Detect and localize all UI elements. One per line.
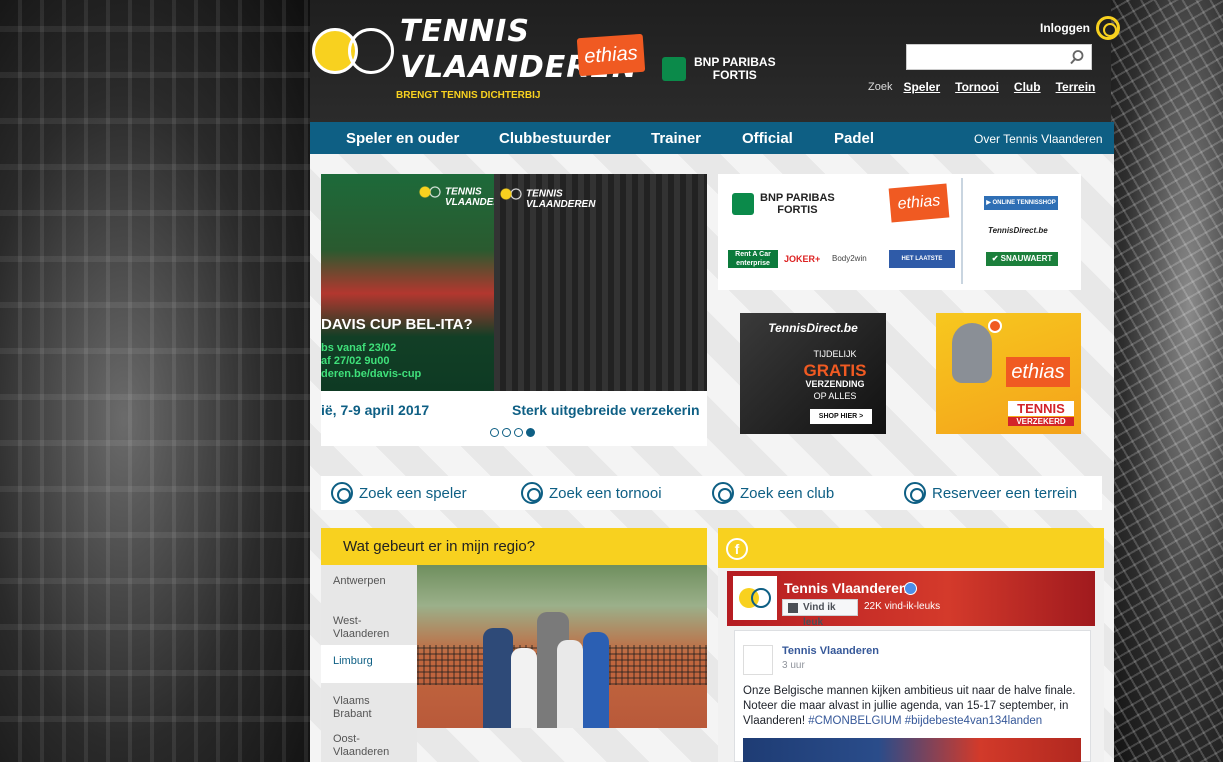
facebook-post-time[interactable]: 3 uur: [782, 660, 805, 671]
search-link-speler[interactable]: Speler: [903, 80, 940, 94]
search-link-terrein[interactable]: Terrein: [1056, 80, 1096, 94]
nav-item-over-tennis-vlaanderen[interactable]: Over Tennis Vlaanderen: [974, 132, 1103, 146]
sponsor-rentacar[interactable]: Rent A Car enterprise: [728, 250, 778, 268]
sponsor-hln[interactable]: HET LAATSTE NIEUWS: [889, 250, 955, 280]
ring-icon: [521, 482, 543, 504]
carousel-caption-1[interactable]: ië, 7-9 april 2017: [321, 402, 429, 418]
search-icon[interactable]: [1069, 49, 1085, 65]
background-net-photo: [0, 0, 310, 762]
sponsor-online-tennisshop[interactable]: ▶ ONLINE TENNISSHOP: [984, 196, 1058, 210]
region-panel-header: Wat gebeurt er in mijn regio?: [321, 528, 707, 565]
facebook-post-image[interactable]: [743, 738, 1081, 762]
region-list: Antwerpen West-Vlaanderen Limburg Vlaams…: [321, 565, 417, 762]
bnp-sponsor-logo[interactable]: BNP PARIBAS FORTIS: [662, 56, 776, 82]
sponsor-joker[interactable]: JOKER+: [784, 254, 820, 264]
region-item-antwerpen[interactable]: Antwerpen: [333, 575, 386, 588]
search-input[interactable]: [907, 45, 1067, 69]
carousel-dot-3[interactable]: [514, 428, 523, 437]
facebook-like-count: 22K vind-ik-leuks: [864, 601, 941, 612]
search-link-club[interactable]: Club: [1014, 80, 1041, 94]
main-nav: Speler en ouder Clubbestuurder Trainer O…: [310, 122, 1114, 154]
slide-davis-info: bs vanaf 23/02 af 27/02 9u00 deren.be/da…: [321, 342, 422, 380]
sponsor-bnp[interactable]: BNP PARIBAS FORTIS: [732, 192, 835, 216]
region-item-vlaams-brabant[interactable]: Vlaams Brabant: [333, 695, 393, 721]
quick-link-zoek-speler[interactable]: Zoek een speler: [331, 482, 467, 504]
slide2-logo: TENNIS VLAANDEREN: [500, 188, 595, 210]
ad-td-shop-button[interactable]: SHOP HIER >: [810, 409, 872, 424]
region-item-limburg[interactable]: Limburg: [333, 655, 373, 668]
facebook-like-button[interactable]: Vind ik leuk: [782, 599, 858, 628]
facebook-post-hashtags[interactable]: #CMONBELGIUM #bijdebeste4van134landen: [808, 715, 1042, 727]
quick-link-reserveer-terrein[interactable]: Reserveer een terrein: [904, 482, 1077, 504]
logo-title-line1: TENNIS: [400, 14, 530, 49]
nav-item-official[interactable]: Official: [742, 130, 793, 147]
ad-ethias-mascot: [952, 323, 992, 383]
ad-ethias-ball-icon: [988, 319, 1002, 333]
facebook-page-avatar[interactable]: [733, 576, 777, 620]
login-ring-icon: [1096, 16, 1120, 40]
facebook-post-text: Onze Belgische mannen kijken ambitieus u…: [743, 684, 1083, 729]
background-racket-photo: [1111, 0, 1223, 762]
sponsors-divider: [961, 178, 963, 284]
facebook-icon[interactable]: f: [726, 538, 748, 560]
ring-icon: [904, 482, 926, 504]
region-item-oost-vlaanderen[interactable]: Oost-Vlaanderen: [333, 733, 393, 759]
region-photo-person: [483, 628, 513, 728]
logo-tagline: BRENGT TENNIS DICHTERBIJ: [396, 90, 541, 101]
nav-item-speler-en-ouder[interactable]: Speler en ouder: [346, 130, 459, 147]
bnp-leaf-icon: [662, 57, 686, 81]
carousel-caption-2[interactable]: Sterk uitgebreide verzekerin: [512, 402, 707, 418]
quick-link-zoek-tornooi[interactable]: Zoek een tornooi: [521, 482, 662, 504]
verified-badge-icon: [904, 582, 917, 595]
nav-item-padel[interactable]: Padel: [834, 130, 874, 147]
carousel-dots: [490, 428, 535, 437]
carousel-dot-4[interactable]: [526, 428, 535, 437]
region-photo-person: [511, 648, 537, 728]
carousel-slide-insurance[interactable]: TENNIS VLAANDEREN: [494, 174, 707, 391]
facebook-panel-header: f: [718, 528, 1104, 568]
avatar-ball-icon: [751, 588, 771, 608]
search-link-tornooi[interactable]: Tornooi: [955, 80, 999, 94]
search-links-label: Zoek: [868, 81, 893, 93]
region-item-west-vlaanderen[interactable]: West-Vlaanderen: [333, 615, 393, 641]
sponsor-body2win[interactable]: Body2win: [832, 254, 867, 263]
ring-icon: [331, 482, 353, 504]
region-photo-person: [583, 632, 609, 728]
quick-link-zoek-club[interactable]: Zoek een club: [712, 482, 834, 504]
region-photo-person: [557, 640, 583, 728]
bnp-line2: FORTIS: [712, 68, 757, 82]
region-photo[interactable]: [417, 565, 707, 728]
login-label: Inloggen: [1040, 21, 1090, 35]
slide2-logo-balls-icon: [500, 188, 522, 200]
sponsor-tennisdirect[interactable]: TennisDirect.be: [988, 226, 1048, 235]
sponsor-bnp-leaf-icon: [732, 193, 754, 215]
quick-links-bar: Zoek een speler Zoek een tornooi Zoek ee…: [321, 476, 1102, 510]
slide-logo-balls-icon: [419, 186, 441, 198]
facebook-post-author[interactable]: Tennis Vlaanderen: [782, 645, 879, 657]
carousel-slide-davis-cup[interactable]: TENNISVLAANDEREN DAVIS CUP BEL-ITA? bs v…: [321, 174, 494, 391]
region-panel-title: Wat gebeurt er in mijn regio?: [343, 538, 536, 555]
nav-item-clubbestuurder[interactable]: Clubbestuurder: [499, 130, 611, 147]
search-links: Zoek Speler Tornooi Club Terrein: [868, 80, 1095, 94]
facebook-post-avatar[interactable]: [743, 645, 773, 675]
nav-item-trainer[interactable]: Trainer: [651, 130, 701, 147]
carousel-dot-2[interactable]: [502, 428, 511, 437]
ad-tennisdirect[interactable]: TennisDirect.be TIJDELIJK GRATIS VERZEND…: [740, 313, 886, 434]
logo-ball-white-icon: [348, 28, 394, 74]
sponsor-ethias[interactable]: ethias: [888, 183, 950, 223]
tennis-vlaanderen-logo[interactable]: TENNIS VLAANDEREN BRENGT TENNIS DICHTERB…: [310, 14, 637, 104]
ad-td-brand: TennisDirect.be: [768, 321, 858, 335]
news-carousel[interactable]: TENNISVLAANDEREN DAVIS CUP BEL-ITA? bs v…: [321, 174, 707, 446]
login-link[interactable]: Inloggen: [1040, 16, 1120, 40]
carousel-dot-1[interactable]: [490, 428, 499, 437]
sponsors-box: BNP PARIBAS FORTIS ethias ▶ ONLINE TENNIS…: [718, 174, 1081, 290]
ad-ethias-tennis[interactable]: ethias TENNIS VERZEKERD: [936, 313, 1081, 434]
slide-davis-title: DAVIS CUP BEL-ITA?: [321, 316, 473, 333]
facebook-page-name[interactable]: Tennis Vlaanderen: [784, 580, 907, 596]
sponsor-snauwaert[interactable]: ✔ SNAUWAERT: [986, 252, 1058, 266]
slide-logo: TENNISVLAANDEREN: [419, 186, 494, 208]
search-box: [906, 44, 1092, 70]
ethias-sponsor-logo[interactable]: ethias: [576, 33, 646, 77]
ring-icon: [712, 482, 734, 504]
